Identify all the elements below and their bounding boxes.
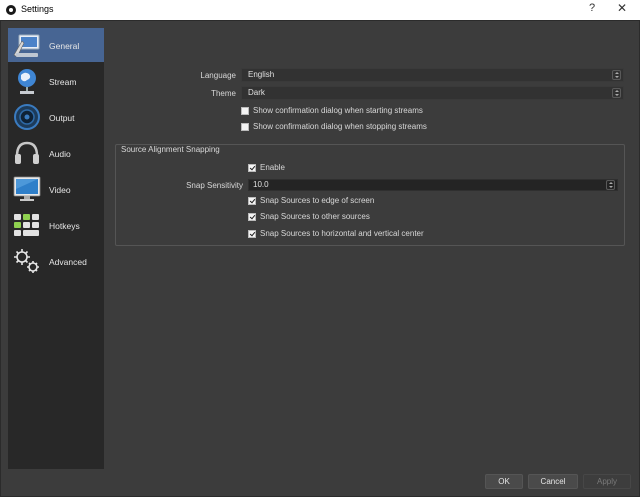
sidebar-item-label: Video — [49, 185, 71, 195]
settings-sidebar: General Stream Output Audio Video Hotkey… — [8, 28, 104, 469]
sidebar-item-label: Stream — [49, 77, 77, 87]
snap-other-label: Snap Sources to other sources — [260, 212, 370, 221]
help-button[interactable]: ? — [585, 2, 599, 14]
snap-edge-label: Snap Sources to edge of screen — [260, 196, 375, 205]
confirm-start-label: Show confirmation dialog when starting s… — [253, 106, 423, 115]
snapping-enable-label: Enable — [260, 163, 285, 172]
apply-button[interactable]: Apply — [583, 474, 631, 489]
snapping-enable-checkbox[interactable]: Enable — [248, 163, 328, 175]
checkbox-box — [241, 107, 249, 115]
language-value: English — [248, 70, 275, 79]
audio-icon — [15, 141, 39, 164]
ok-button[interactable]: OK — [485, 474, 523, 489]
checkbox-box — [241, 123, 249, 131]
sidebar-item-output[interactable]: Output — [8, 100, 104, 134]
snap-sensitivity-label: Snap Sensitivity — [186, 181, 243, 190]
language-label: Language — [200, 71, 236, 80]
snap-edge-checkbox[interactable]: Snap Sources to edge of screen — [248, 196, 408, 208]
output-icon — [14, 104, 40, 130]
language-select[interactable]: English — [241, 68, 624, 82]
obs-logo-icon — [6, 5, 16, 15]
general-icon — [13, 34, 40, 58]
title-bar: Settings ? ✕ — [0, 0, 640, 20]
window-title: Settings — [21, 4, 54, 14]
confirm-stop-checkbox[interactable]: Show confirmation dialog when stopping s… — [241, 122, 441, 134]
sidebar-item-advanced[interactable]: Advanced — [8, 244, 104, 278]
theme-select[interactable]: Dark — [241, 86, 624, 100]
checkbox-box — [248, 197, 256, 205]
snap-center-label: Snap Sources to horizontal and vertical … — [260, 229, 424, 238]
sidebar-item-stream[interactable]: Stream — [8, 64, 104, 98]
video-monitor-icon — [13, 176, 41, 201]
advanced-gears-icon — [14, 249, 39, 273]
snap-other-checkbox[interactable]: Snap Sources to other sources — [248, 212, 408, 224]
spin-arrows-icon[interactable] — [606, 180, 615, 190]
checkbox-box — [248, 164, 256, 172]
hotkeys-keyboard-icon — [14, 214, 39, 236]
stream-globe-icon — [18, 69, 36, 94]
checkbox-box — [248, 230, 256, 238]
sidebar-item-label: Hotkeys — [49, 221, 80, 231]
sidebar-item-label: Audio — [49, 149, 71, 159]
combo-arrows-icon — [612, 88, 621, 98]
sidebar-item-label: Advanced — [49, 257, 87, 267]
close-button[interactable]: ✕ — [615, 1, 629, 15]
sidebar-item-hotkeys[interactable]: Hotkeys — [8, 208, 104, 242]
theme-label: Theme — [211, 89, 236, 98]
checkbox-box — [248, 213, 256, 221]
confirm-start-checkbox[interactable]: Show confirmation dialog when starting s… — [241, 106, 441, 118]
sidebar-item-label: General — [49, 41, 80, 51]
sidebar-item-audio[interactable]: Audio — [8, 136, 104, 170]
sidebar-item-label: Output — [49, 113, 75, 123]
confirm-stop-label: Show confirmation dialog when stopping s… — [253, 122, 427, 131]
sidebar-item-general[interactable]: General — [8, 28, 104, 62]
sidebar-item-video[interactable]: Video — [8, 172, 104, 206]
snap-sensitivity-value: 10.0 — [253, 180, 269, 189]
snap-center-checkbox[interactable]: Snap Sources to horizontal and vertical … — [248, 229, 448, 241]
snap-sensitivity-input[interactable]: 10.0 — [248, 179, 618, 191]
theme-value: Dark — [248, 88, 265, 97]
combo-arrows-icon — [612, 70, 621, 80]
cancel-button[interactable]: Cancel — [528, 474, 578, 489]
snapping-group-title: Source Alignment Snapping — [121, 145, 220, 154]
